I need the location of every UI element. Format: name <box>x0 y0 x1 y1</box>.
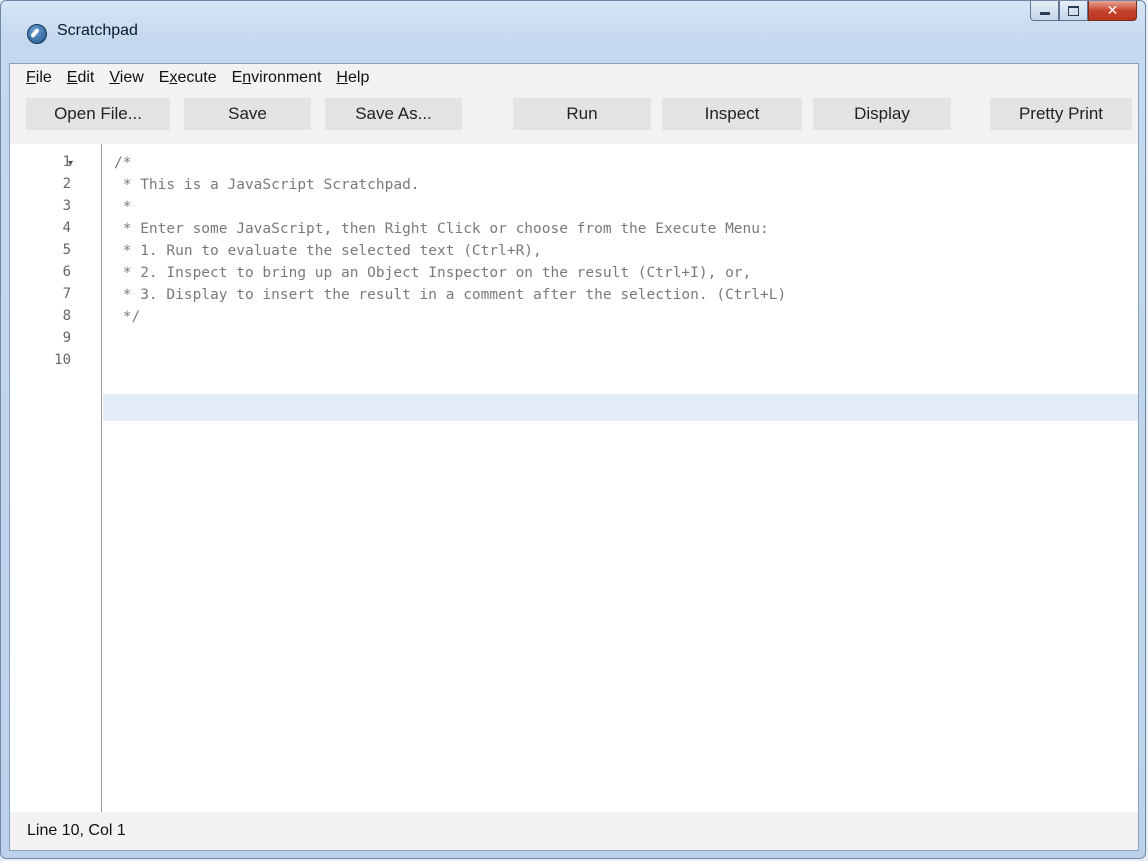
line-number: 9 <box>62 330 71 346</box>
display-button[interactable]: Display <box>813 98 951 130</box>
menu-execute[interactable]: Execute <box>159 69 217 87</box>
code-line: * 2. Inspect to bring up an Object Inspe… <box>114 265 752 281</box>
menu-edit[interactable]: Edit <box>67 69 95 87</box>
close-icon: ✕ <box>1106 2 1119 19</box>
menu-bar: File Edit View Execute Environment Help <box>10 64 1138 92</box>
line-number: 8 <box>62 308 71 324</box>
line-number: 1 <box>62 154 71 170</box>
code-line: * Enter some JavaScript, then Right Clic… <box>114 221 769 237</box>
code-line: * 3. Display to insert the result in a c… <box>114 287 787 303</box>
minimize-icon <box>1039 12 1050 15</box>
code-line: /* <box>114 155 132 171</box>
pretty-print-button[interactable]: Pretty Print <box>990 98 1132 130</box>
menu-help[interactable]: Help <box>336 69 369 87</box>
code-editor[interactable]: ▾ 1 2 3 4 5 6 7 8 9 10 /* * This is a Ja… <box>10 144 1138 812</box>
title-bar[interactable]: Scratchpad ✕ <box>1 1 1145 63</box>
menu-environment[interactable]: Environment <box>232 69 322 87</box>
scratchpad-window: Scratchpad ✕ File Edit View Execute Envi… <box>0 0 1146 859</box>
menu-view[interactable]: View <box>109 69 143 87</box>
close-button[interactable]: ✕ <box>1088 1 1137 21</box>
client-area: File Edit View Execute Environment Help … <box>9 63 1139 851</box>
cursor-position: Line 10, Col 1 <box>27 822 126 839</box>
save-button[interactable]: Save <box>184 98 311 130</box>
active-line-highlight <box>103 394 1138 421</box>
status-bar: Line 10, Col 1 <box>10 812 1138 850</box>
maximize-button[interactable] <box>1059 1 1088 21</box>
line-number: 5 <box>62 242 71 258</box>
save-as-button[interactable]: Save As... <box>325 98 462 130</box>
toolbar: Open File... Save Save As... Run Inspect… <box>10 94 1138 130</box>
line-number: 4 <box>62 220 71 236</box>
line-number: 6 <box>62 264 71 280</box>
line-number-gutter: ▾ 1 2 3 4 5 6 7 8 9 10 <box>10 144 102 812</box>
code-line: * This is a JavaScript Scratchpad. <box>114 177 420 193</box>
run-button[interactable]: Run <box>513 98 651 130</box>
open-file-button[interactable]: Open File... <box>26 98 170 130</box>
code-line: * 1. Run to evaluate the selected text (… <box>114 243 542 259</box>
menu-file[interactable]: File <box>26 69 52 87</box>
line-number: 2 <box>62 176 71 192</box>
line-number: 3 <box>62 198 71 214</box>
inspect-button[interactable]: Inspect <box>662 98 802 130</box>
code-line: */ <box>114 309 141 325</box>
scratchpad-icon <box>27 24 47 44</box>
line-number: 10 <box>54 352 71 368</box>
code-line: * <box>114 199 132 215</box>
maximize-icon <box>1068 5 1079 16</box>
minimize-button[interactable] <box>1030 1 1059 21</box>
line-number: 7 <box>62 286 71 302</box>
window-title: Scratchpad <box>57 22 138 39</box>
